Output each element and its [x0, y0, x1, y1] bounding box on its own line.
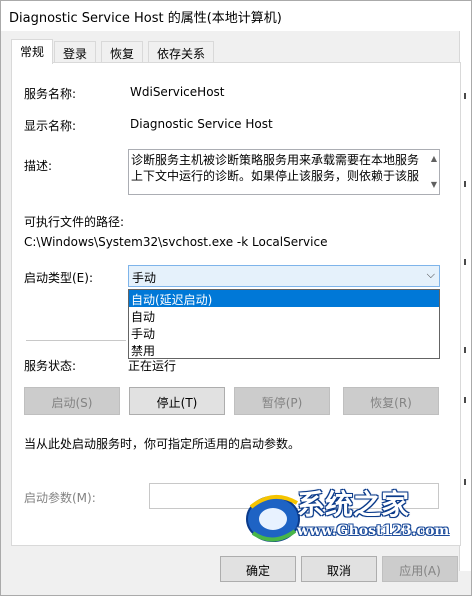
exe-path-value: C:\Windows\System32\svchost.exe -k Local… — [24, 235, 328, 249]
properties-dialog: Diagnostic Service Host 的属性(本地计算机) 常规 登录… — [0, 0, 472, 596]
tab-dependencies[interactable]: 依存关系 — [148, 41, 215, 63]
window-title: Diagnostic Service Host 的属性(本地计算机) — [9, 11, 282, 26]
description-line: 上下文中运行的诊断。如果停止该服务，则依赖于该服 — [131, 169, 420, 183]
description-textbox[interactable]: 诊断服务主机被诊断策略服务用来承载需要在本地服务 上下文中运行的诊断。如果停止该… — [128, 149, 440, 195]
tab-recovery[interactable]: 恢复 — [101, 41, 144, 63]
scroll-up-arrow-icon[interactable]: ▲ — [431, 151, 437, 167]
description-line: 诊断服务主机被诊断策略服务用来承载需要在本地服务 — [131, 153, 420, 167]
start-button[interactable]: 启动(S) — [24, 387, 120, 415]
description-label: 描述: — [24, 159, 53, 173]
tab-logon[interactable]: 登录 — [54, 41, 97, 63]
watermark-url: www.Ghost123.com — [297, 523, 450, 539]
pause-button[interactable]: 暂停(P) — [234, 387, 330, 415]
startup-type-dropdown: 自动(延迟启动) 自动 手动 禁用 — [128, 289, 440, 359]
tab-general[interactable]: 常规 — [11, 39, 54, 64]
title-bar[interactable]: Diagnostic Service Host 的属性(本地计算机) — [1, 1, 471, 31]
general-panel: 服务名称: WdiServiceHost 显示名称: Diagnostic Se… — [11, 62, 461, 546]
exe-path-label: 可执行文件的路径: — [24, 215, 125, 229]
display-name-label: 显示名称: — [24, 119, 77, 133]
divider — [26, 340, 126, 341]
startup-option-disabled[interactable]: 禁用 — [129, 341, 439, 358]
resume-button[interactable]: 恢复(R) — [343, 387, 439, 415]
scroll-down-arrow-icon[interactable]: ▼ — [431, 177, 437, 193]
start-params-label: 启动参数(M): — [24, 491, 96, 505]
startup-type-value: 手动 — [132, 271, 157, 285]
watermark-name: 系统之家 — [297, 488, 410, 521]
stop-button[interactable]: 停止(T) — [129, 387, 225, 415]
startup-type-select[interactable]: 手动 ⌵ — [128, 265, 440, 287]
display-name-value: Diagnostic Service Host — [130, 117, 273, 131]
startup-option-manual[interactable]: 手动 — [129, 324, 439, 341]
service-name-label: 服务名称: — [24, 87, 77, 101]
service-status-value: 正在运行 — [128, 359, 177, 373]
chevron-down-icon[interactable]: ⌵ — [427, 268, 435, 282]
watermark-logo-icon — [246, 495, 300, 542]
cancel-button[interactable]: 取消 — [301, 556, 377, 582]
start-params-hint: 当从此处启动服务时，你可指定所适用的启动参数。 — [24, 437, 301, 451]
watermark: 系统之家 www.Ghost123.com — [241, 483, 461, 553]
startup-option-auto-delayed[interactable]: 自动(延迟启动) — [129, 290, 439, 307]
ok-button[interactable]: 确定 — [220, 556, 296, 582]
startup-type-label: 启动类型(E): — [24, 271, 93, 285]
service-name-value: WdiServiceHost — [130, 85, 225, 99]
apply-button[interactable]: 应用(A) — [382, 556, 458, 582]
service-status-label: 服务状态: — [24, 359, 77, 373]
startup-option-auto[interactable]: 自动 — [129, 307, 439, 324]
